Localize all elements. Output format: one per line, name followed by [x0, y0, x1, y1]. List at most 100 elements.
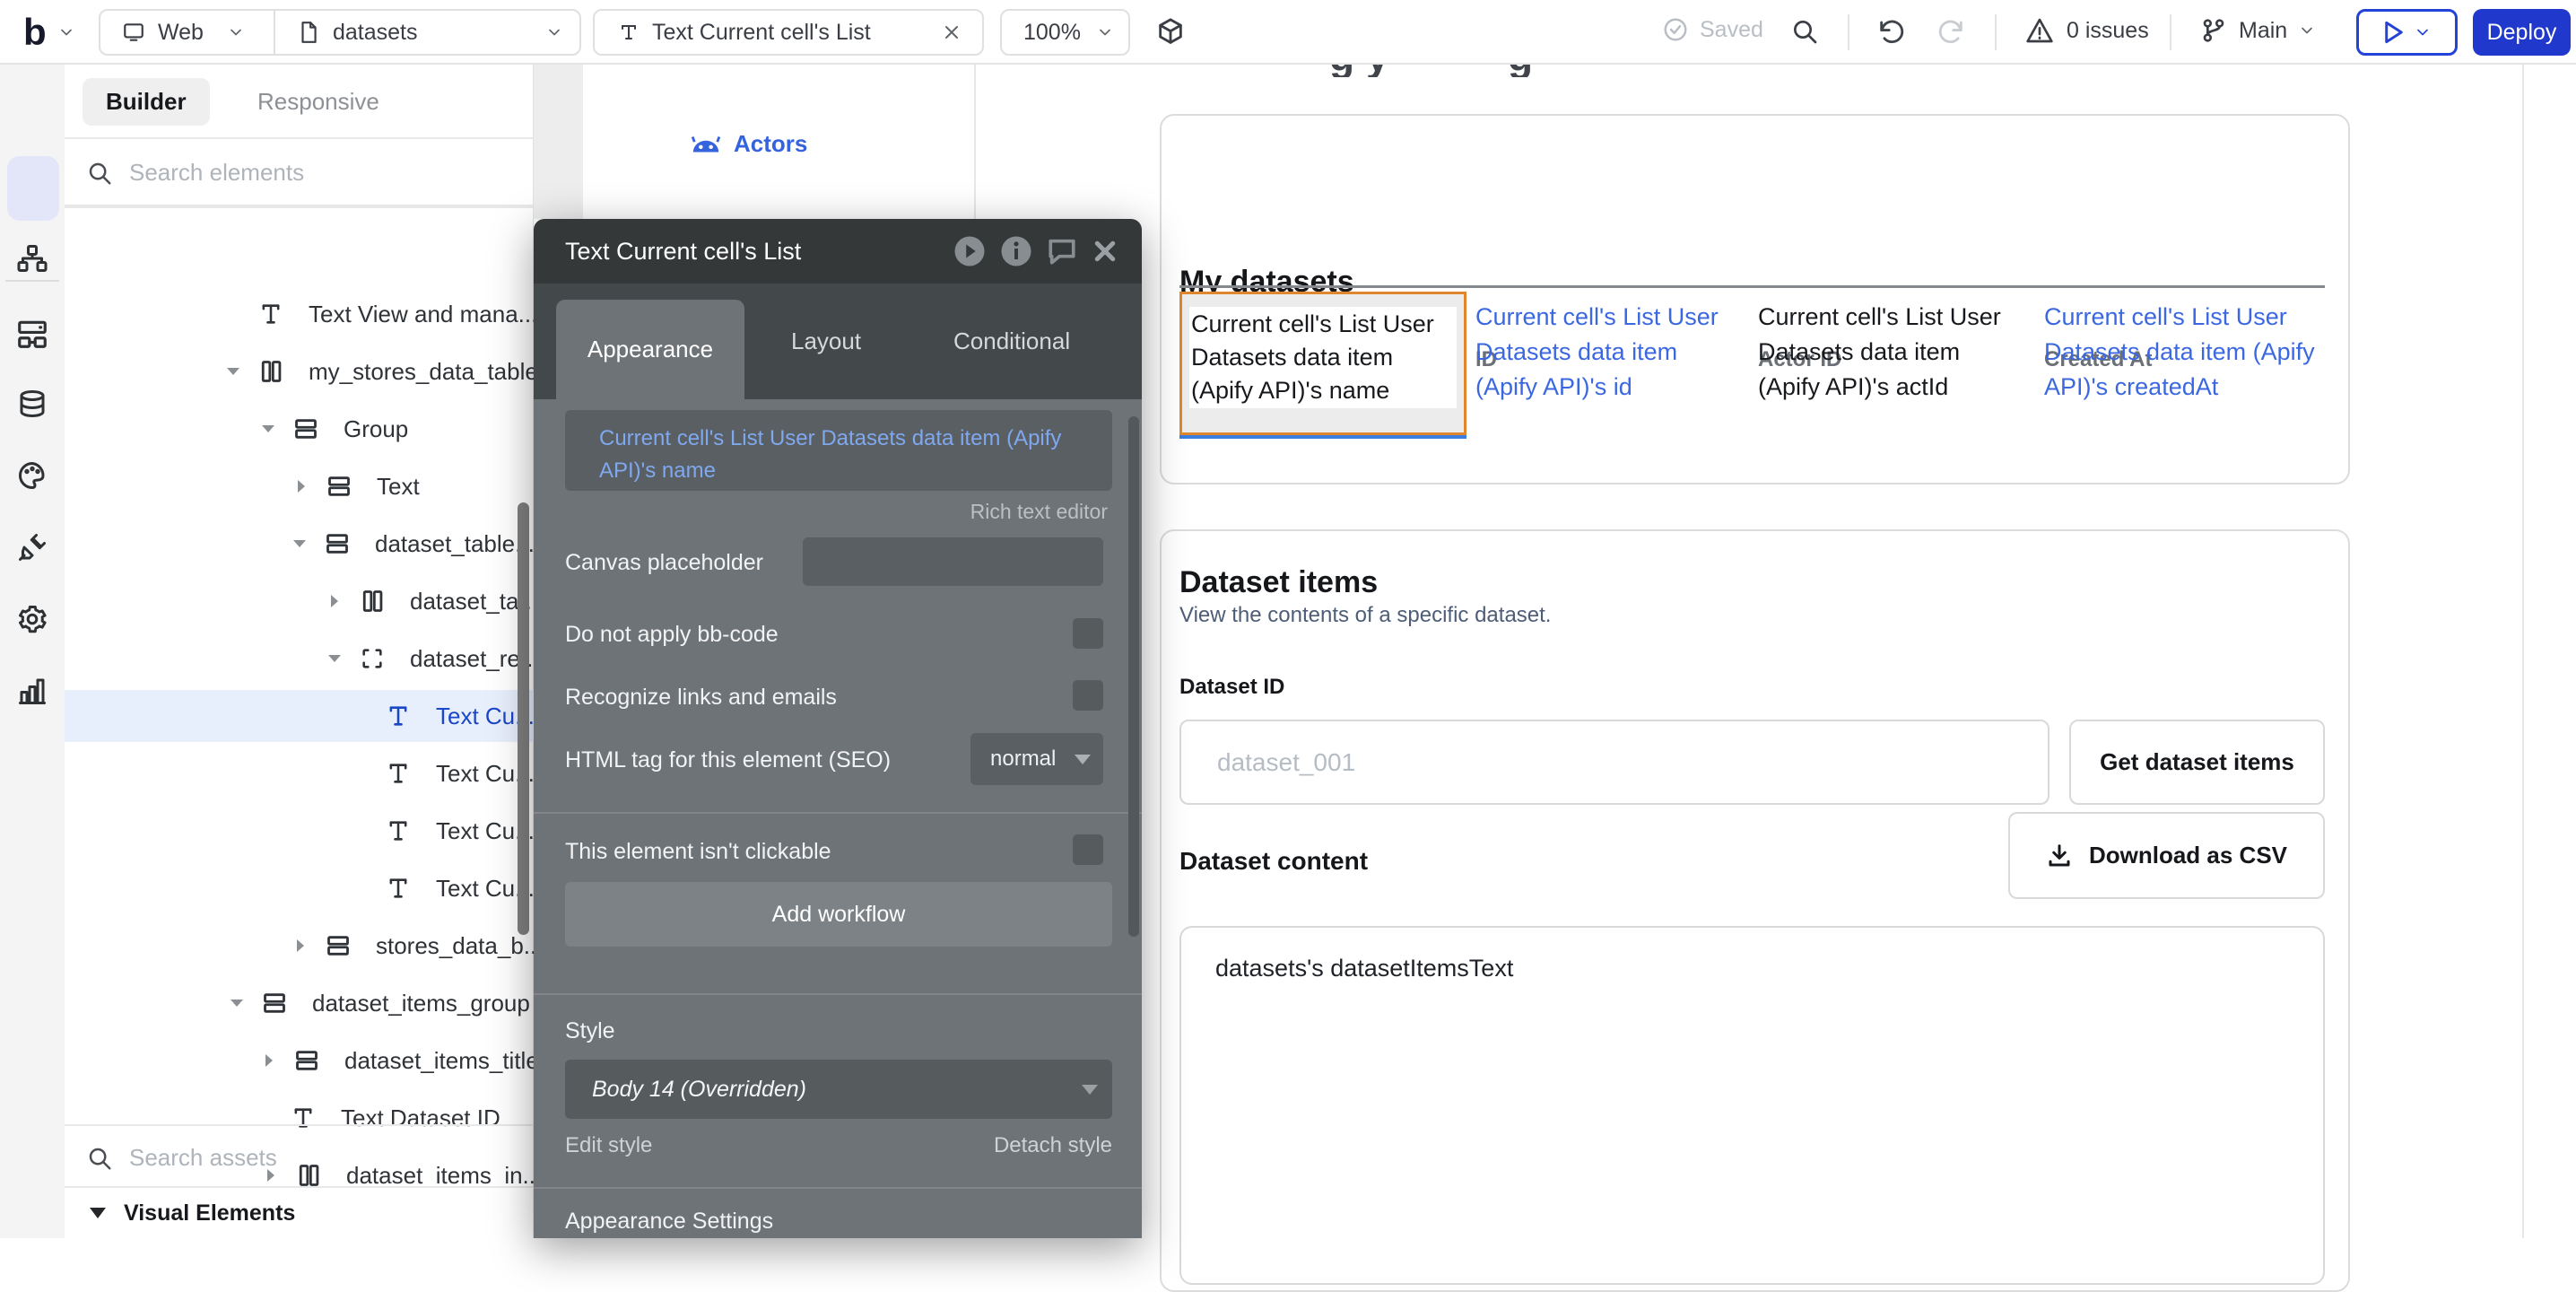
- chevron-right-icon[interactable]: [291, 476, 312, 497]
- selected-table-cell[interactable]: Current cell's List User Datasets data i…: [1179, 292, 1466, 435]
- my-datasets-card: My datasets All your available datasets.…: [1160, 114, 2350, 484]
- element-type-text-icon: [386, 761, 411, 786]
- add-workflow-button[interactable]: Add workflow: [565, 882, 1112, 947]
- search-icon: [86, 160, 113, 187]
- rail-chart-icon[interactable]: [0, 657, 65, 725]
- bbcode-checkbox[interactable]: [1073, 618, 1103, 649]
- chevron-down-icon: [2414, 23, 2432, 41]
- tree-row-label: Group: [344, 415, 408, 443]
- rail-components-icon[interactable]: [0, 300, 65, 368]
- tree-row[interactable]: dataset_table...: [65, 518, 534, 570]
- element-type-cols-icon: [258, 359, 283, 384]
- property-inspector: Text Current cell's List Appearance Layo…: [534, 219, 1142, 1238]
- platform-dropdown[interactable]: Web: [100, 20, 274, 46]
- rail-gear-icon[interactable]: [0, 585, 65, 653]
- tree-row[interactable]: Text Datasets: [65, 271, 534, 283]
- tree-scrollbar[interactable]: [518, 502, 529, 935]
- search-elements-placeholder: Search elements: [129, 159, 304, 187]
- tab-conditional[interactable]: Conditional: [953, 284, 1070, 399]
- rail-database-icon[interactable]: [0, 370, 65, 438]
- dataset-id-input[interactable]: dataset_001: [1179, 720, 2049, 805]
- edit-style-link[interactable]: Edit style: [565, 1133, 652, 1158]
- issues-indicator[interactable]: 0 issues: [2025, 16, 2149, 45]
- component-library-icon[interactable]: [1155, 17, 1186, 48]
- undo-icon[interactable]: [1876, 16, 1907, 47]
- tree-row[interactable]: dataset_items_title: [65, 1034, 534, 1087]
- tree-row[interactable]: Text: [65, 460, 534, 512]
- table-cell-text[interactable]: Current cell's List User Datasets data i…: [1475, 300, 1736, 405]
- tab-appearance[interactable]: Appearance: [556, 300, 744, 399]
- tree-row[interactable]: my_stores_data_table: [65, 345, 534, 397]
- rail-plugin-icon[interactable]: [0, 513, 65, 581]
- download-csv-button[interactable]: Download as CSV: [2008, 812, 2325, 899]
- open-element-tab[interactable]: Text Current cell's List: [593, 9, 984, 56]
- html-tag-dropdown[interactable]: normal: [970, 733, 1103, 785]
- rail-sitemap-icon[interactable]: [0, 224, 65, 292]
- chevron-down-icon[interactable]: [324, 648, 345, 669]
- text-expression-box[interactable]: Current cell's List User Datasets data i…: [565, 410, 1112, 491]
- preview-element-icon[interactable]: [953, 235, 986, 267]
- inspector-scrollbar[interactable]: [1128, 416, 1139, 937]
- chevron-down-icon: [57, 23, 75, 41]
- chevron-right-icon[interactable]: [324, 590, 345, 612]
- tree-row[interactable]: dataset_ta...: [65, 575, 534, 627]
- preview-button[interactable]: [2356, 9, 2458, 56]
- chevron-down-icon[interactable]: [257, 418, 279, 440]
- detach-style-link[interactable]: Detach style: [994, 1133, 1112, 1158]
- table-header-underline: [1179, 285, 2325, 288]
- element-type-rows-icon: [325, 531, 350, 556]
- tree-row[interactable]: Group: [65, 403, 534, 455]
- style-dropdown[interactable]: Body 14 (Overridden): [565, 1060, 1112, 1119]
- close-icon[interactable]: [1092, 238, 1118, 265]
- tree-row[interactable]: Text Cu...: [65, 747, 534, 799]
- dataset-items-title: Dataset items: [1179, 565, 1378, 600]
- chevron-down-icon[interactable]: [222, 361, 244, 382]
- search-elements[interactable]: Search elements: [65, 141, 533, 206]
- search-icon[interactable]: [1790, 17, 1819, 46]
- tab-responsive[interactable]: Responsive: [257, 78, 379, 126]
- info-icon[interactable]: [1000, 235, 1032, 267]
- table-cell-text[interactable]: Current cell's List User Datasets data i…: [2044, 300, 2331, 405]
- zoom-dropdown[interactable]: 100%: [1000, 9, 1130, 56]
- redo-icon[interactable]: [1936, 16, 1966, 47]
- rail-palette-icon[interactable]: [0, 441, 65, 510]
- chevron-right-icon[interactable]: [290, 935, 311, 956]
- not-clickable-checkbox[interactable]: [1073, 834, 1103, 865]
- app-logo-menu[interactable]: b: [23, 11, 75, 54]
- chevron-down-icon[interactable]: [226, 992, 248, 1014]
- get-dataset-items-button[interactable]: Get dataset items: [2069, 720, 2325, 805]
- tree-row-label: dataset_items_title: [344, 1047, 534, 1075]
- tree-row-label: dataset_items_group: [312, 990, 530, 1017]
- tree-row[interactable]: Text Cu...: [65, 805, 534, 857]
- branch-dropdown[interactable]: Main: [2199, 16, 2316, 45]
- tree-row[interactable]: stores_data_b...: [65, 920, 534, 972]
- search-assets[interactable]: Search assets: [65, 1124, 533, 1190]
- selection-width-indicator: [1179, 435, 1466, 439]
- rich-text-editor-link[interactable]: Rich text editor: [970, 500, 1108, 524]
- tree-row[interactable]: Text Cu...: [65, 690, 534, 742]
- links-emails-checkbox[interactable]: [1073, 680, 1103, 711]
- tab-layout[interactable]: Layout: [791, 284, 861, 399]
- appearance-settings-label: Appearance Settings: [565, 1209, 773, 1235]
- chevron-down-icon: [2298, 22, 2316, 39]
- nav-item-actors[interactable]: Actors: [691, 130, 807, 158]
- page-icon: [297, 21, 320, 44]
- tab-builder[interactable]: Builder: [83, 78, 210, 126]
- close-tab-icon[interactable]: [941, 22, 962, 43]
- tree-row[interactable]: dataset_re...: [65, 633, 534, 685]
- inspector-header[interactable]: Text Current cell's List: [534, 219, 1142, 284]
- deploy-button[interactable]: Deploy: [2473, 9, 2571, 56]
- rail-pencil-icon[interactable]: [0, 154, 65, 223]
- chevron-right-icon[interactable]: [258, 1050, 280, 1071]
- tree-row-label: my_stores_data_table: [309, 358, 534, 386]
- visual-elements-section[interactable]: Visual Elements: [65, 1186, 533, 1238]
- save-status: Saved: [1662, 16, 1763, 43]
- page-dropdown[interactable]: datasets: [275, 20, 579, 46]
- tree-row[interactable]: Text Cu...: [65, 862, 534, 914]
- tree-row[interactable]: dataset_items_group: [65, 977, 534, 1029]
- tree-row[interactable]: Text View and mana...: [65, 288, 534, 340]
- chevron-down-icon[interactable]: [289, 533, 310, 554]
- dataset-id-label: Dataset ID: [1179, 675, 1284, 700]
- canvas-placeholder-input[interactable]: [803, 537, 1103, 586]
- comment-icon[interactable]: [1047, 236, 1077, 266]
